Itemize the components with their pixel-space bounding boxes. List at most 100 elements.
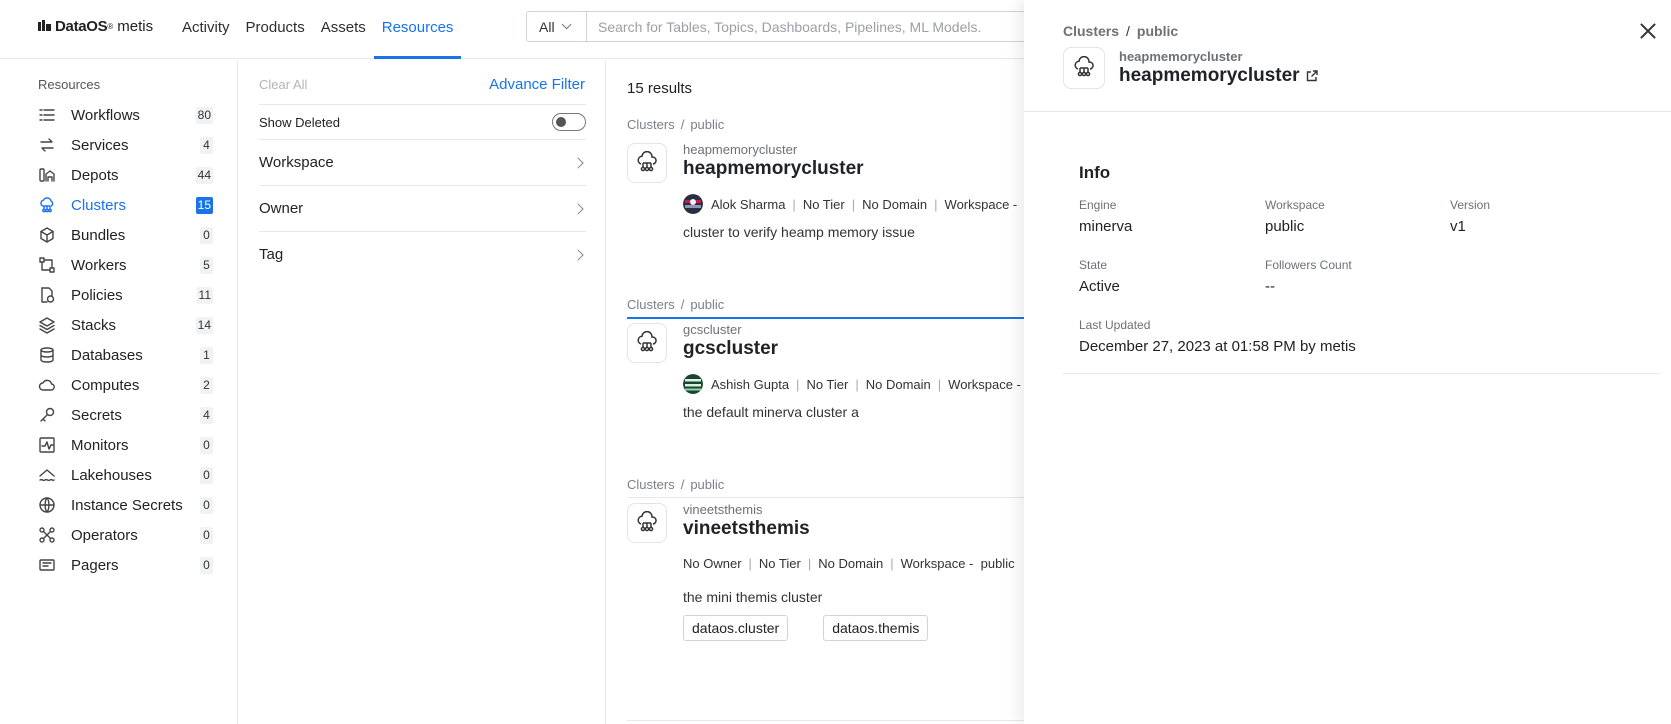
sidebar-item-instance-secrets[interactable]: Instance Secrets 0: [38, 492, 213, 518]
card-owner[interactable]: Ashish Gupta: [711, 377, 789, 392]
card-workspace-label: Workspace -: [948, 376, 1021, 392]
card-tier: No Tier: [802, 196, 845, 212]
sidebar-item-policies[interactable]: Policies 11: [38, 282, 213, 308]
result-card[interactable]: Clusters / public vineetsthemis vineetsthemi…: [627, 477, 1027, 647]
state-value: Active: [1079, 278, 1120, 295]
close-icon[interactable]: [1639, 22, 1657, 40]
bundle-icon: [38, 226, 56, 244]
logo-mark-icon: [38, 20, 51, 33]
policy-icon: [38, 286, 56, 304]
tag-chip[interactable]: dataos.cluster: [683, 615, 789, 641]
workspace-label: Workspace: [1265, 198, 1325, 212]
card-crumb-type[interactable]: Clusters: [627, 117, 675, 132]
sidebar-item-count: 0: [200, 556, 213, 574]
card-breadcrumb: Clusters / public: [627, 477, 725, 492]
filter-tag-label: Tag: [259, 246, 284, 263]
cluster-icon: [627, 503, 667, 543]
sidebar-item-count: 4: [200, 406, 213, 424]
sidebar-item-count: 0: [200, 526, 213, 544]
sidebar-item-label: Lakehouses: [71, 466, 152, 484]
filter-workspace-label: Workspace: [259, 154, 334, 171]
sidebar-item-count: 0: [200, 226, 213, 244]
card-workspace-label: Workspace -: [900, 556, 974, 571]
instance-secret-icon: [38, 496, 56, 514]
cluster-icon: [627, 143, 667, 183]
sidebar-item-clusters[interactable]: Clusters 15: [38, 192, 213, 218]
app-logo[interactable]: DataOS ® metis: [38, 18, 153, 35]
card-divider: [627, 720, 1027, 721]
sidebar-item-count: 5: [200, 256, 213, 274]
drawer-title[interactable]: heapmemorycluster: [1119, 65, 1319, 87]
sidebar-item-bundles[interactable]: Bundles 0: [38, 222, 213, 248]
pager-icon: [38, 556, 56, 574]
sidebar-item-services[interactable]: Services 4: [38, 132, 213, 158]
filter-owner[interactable]: Owner: [259, 185, 586, 231]
sidebar-item-pagers[interactable]: Pagers 0: [38, 552, 213, 578]
card-crumb-workspace[interactable]: public: [690, 117, 724, 132]
card-crumb-workspace[interactable]: public: [690, 297, 724, 312]
sidebar-item-count: 1: [200, 346, 213, 364]
sidebar-item-workers[interactable]: Workers 5: [38, 252, 213, 278]
drawer-breadcrumb: Clusters / public: [1063, 23, 1179, 39]
nav-resources[interactable]: Resources: [373, 0, 462, 59]
cluster-icon: [1063, 47, 1105, 89]
card-meta: Alok Sharma | No Tier | No Domain | Workspace …: [683, 194, 1027, 214]
sidebar-item-operators[interactable]: Operators 0: [38, 522, 213, 548]
sidebar-item-label: Services: [71, 136, 129, 154]
card-title[interactable]: gcscluster: [683, 338, 778, 360]
sidebar-item-computes[interactable]: Computes 2: [38, 372, 213, 398]
card-domain: No Domain: [862, 196, 928, 212]
show-deleted-row: Show Deleted: [259, 104, 586, 139]
card-subtitle: vineetsthemis: [683, 502, 763, 517]
search-bar: All: [526, 11, 1026, 42]
filter-workspace[interactable]: Workspace: [259, 139, 586, 185]
database-icon: [38, 346, 56, 364]
search-scope-value: All: [539, 18, 555, 35]
sidebar-item-databases[interactable]: Databases 1: [38, 342, 213, 368]
nav-products[interactable]: Products: [238, 0, 313, 59]
result-card[interactable]: Clusters / public gcscluster gcscluster Ashis…: [627, 297, 1027, 467]
card-description: cluster to verify heamp memory issue: [683, 224, 915, 240]
followers-label: Followers Count: [1265, 258, 1352, 272]
card-title[interactable]: vineetsthemis: [683, 518, 810, 540]
sidebar-item-secrets[interactable]: Secrets 4: [38, 402, 213, 428]
cloud-icon: [38, 376, 56, 394]
card-owner[interactable]: Alok Sharma: [711, 197, 785, 212]
last-updated-value: December 27, 2023 at 01:58 PM by metis: [1079, 338, 1356, 355]
card-crumb-type[interactable]: Clusters: [627, 477, 675, 492]
followers-value: --: [1265, 278, 1275, 295]
sidebar-item-depots[interactable]: Depots 44: [38, 162, 213, 188]
nav-activity[interactable]: Activity: [174, 0, 238, 59]
drawer-crumb-type[interactable]: Clusters: [1063, 23, 1119, 39]
advance-filter-link[interactable]: Advance Filter: [489, 76, 585, 93]
result-card[interactable]: Clusters / public heapmemorycluster heapmemo…: [627, 117, 1027, 287]
drawer-header: Clusters / public heapmemorycluster heapme…: [1024, 0, 1671, 112]
drawer-crumb-workspace[interactable]: public: [1137, 23, 1178, 39]
engine-label: Engine: [1079, 198, 1117, 212]
card-crumb-workspace[interactable]: public: [690, 477, 724, 492]
clear-all-button[interactable]: Clear All: [259, 77, 307, 92]
card-breadcrumb: Clusters / public: [627, 297, 725, 312]
sidebar-item-monitors[interactable]: Monitors 0: [38, 432, 213, 458]
nav-assets[interactable]: Assets: [313, 0, 374, 59]
filter-tag[interactable]: Tag: [259, 231, 586, 277]
card-tier: No Tier: [806, 376, 849, 392]
search-input[interactable]: [587, 12, 1025, 41]
external-link-icon[interactable]: [1305, 69, 1319, 83]
lakehouse-icon: [38, 466, 56, 484]
tag-chip[interactable]: dataos.themis: [823, 615, 929, 641]
main-nav: Activity Products Assets Resources: [174, 0, 462, 59]
sidebar-item-lakehouses[interactable]: Lakehouses 0: [38, 462, 213, 488]
sidebar-item-stacks[interactable]: Stacks 14: [38, 312, 213, 338]
show-deleted-toggle[interactable]: [552, 113, 586, 131]
card-title[interactable]: heapmemorycluster: [683, 158, 864, 180]
sidebar-item-label: Databases: [71, 346, 143, 364]
search-scope-select[interactable]: All: [527, 12, 587, 41]
sidebar-item-workflows[interactable]: Workflows 80: [38, 102, 213, 128]
filters-panel: Clear All Advance Filter Show Deleted Wo…: [239, 60, 606, 724]
card-crumb-type[interactable]: Clusters: [627, 297, 675, 312]
card-domain: No Domain: [865, 376, 931, 392]
sidebar-item-label: Bundles: [71, 226, 126, 244]
sidebar-item-count: 15: [195, 196, 213, 214]
sidebar-item-count: 0: [200, 466, 213, 484]
